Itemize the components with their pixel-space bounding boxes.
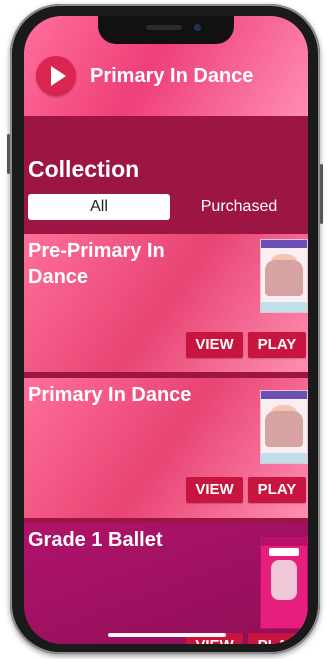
power-button xyxy=(320,164,323,224)
cover-base xyxy=(261,302,307,312)
course-card-pre-primary[interactable]: Pre-Primary In Dance VIEW PLAY xyxy=(24,234,308,372)
play-icon[interactable] xyxy=(36,56,76,96)
cover-dancers xyxy=(265,260,303,296)
home-indicator[interactable] xyxy=(108,633,226,637)
play-button[interactable]: PLAY xyxy=(248,633,306,644)
cover-band xyxy=(261,240,307,248)
play-button[interactable]: PLAY xyxy=(248,477,306,503)
play-triangle xyxy=(51,66,66,86)
cover-band xyxy=(261,391,307,399)
front-camera xyxy=(194,24,201,31)
book-cover-image xyxy=(260,239,308,313)
card-title: Grade 1 Ballet xyxy=(28,529,163,551)
notch xyxy=(98,16,234,44)
tab-purchased[interactable]: Purchased xyxy=(170,194,308,220)
course-card-grade1-ballet[interactable]: Grade 1 Ballet VIEW PLAY xyxy=(24,523,308,644)
volume-button xyxy=(7,134,10,174)
play-button[interactable]: PLAY xyxy=(248,332,306,358)
collection-tabs: All Purchased xyxy=(28,194,308,220)
speaker-grille xyxy=(146,25,182,30)
book-cover-image xyxy=(260,390,308,464)
app-title: Primary In Dance xyxy=(90,65,254,87)
view-button[interactable]: VIEW xyxy=(186,332,243,358)
phone-screen: Primary In Dance Collection All Purchase… xyxy=(24,16,308,644)
course-card-primary[interactable]: Primary In Dance VIEW PLAY xyxy=(24,378,308,518)
card-title: Primary In Dance xyxy=(28,384,192,406)
tab-all[interactable]: All xyxy=(28,194,170,220)
cover-dancers xyxy=(265,411,303,447)
cover-dancers xyxy=(271,560,297,600)
collection-title: Collection xyxy=(28,156,140,182)
cover-band xyxy=(261,538,307,546)
cover-base xyxy=(261,453,307,463)
book-cover-image xyxy=(260,537,308,629)
view-button[interactable]: VIEW xyxy=(186,477,243,503)
cover-title-block xyxy=(269,548,299,556)
card-title: Pre-Primary In Dance xyxy=(28,240,165,288)
